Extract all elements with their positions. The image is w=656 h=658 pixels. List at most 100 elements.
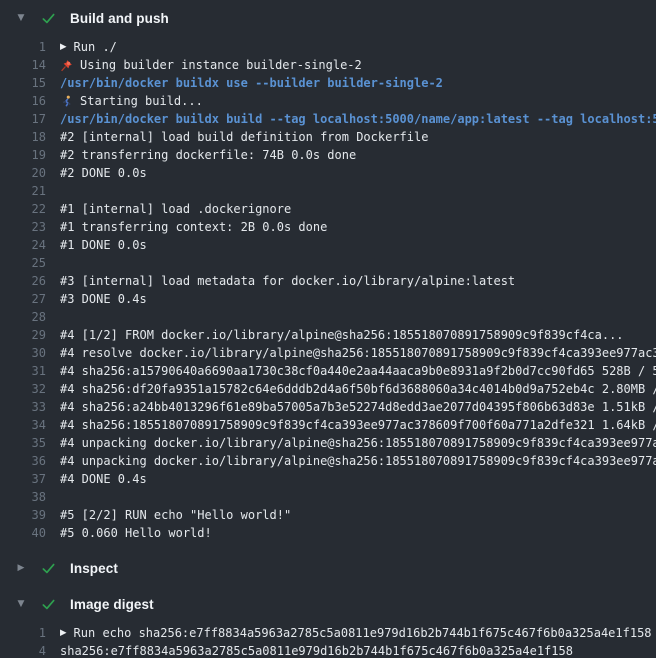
log-line-text: #4 DONE 0.4s [60, 470, 147, 488]
log-line: 32 #4 sha256:df20fa9351a15782c64e6dddb2d4… [0, 380, 656, 398]
chevron-down-icon[interactable]: ▼ [14, 599, 28, 609]
log-line-text: #4 sha256:df20fa9351a15782c64e6dddb2d4a6… [60, 380, 656, 398]
log-line-message: #4 resolve docker.io/library/alpine@sha2… [60, 344, 656, 362]
chevron-right-icon[interactable]: ▶ [14, 563, 28, 573]
log-line: 17/usr/bin/docker buildx build --tag loc… [0, 110, 656, 128]
log-group-header-image-digest[interactable]: ▼ Image digest [0, 588, 656, 620]
log-group-body: 1▶Run ./14Using builder instance builder… [0, 34, 656, 548]
line-number[interactable]: 17 [0, 110, 46, 128]
check-icon [41, 561, 56, 576]
log-line: 21 [0, 182, 656, 200]
line-number[interactable]: 18 [0, 128, 46, 146]
log-line-text: ▶ Run echo sha256:e7ff8834a5963a2785c5a08… [60, 624, 652, 642]
log-line-text: #4 sha256:a24bb4013296f61e89ba57005a7b3e… [60, 398, 656, 416]
check-icon [41, 11, 56, 26]
line-number[interactable]: 15 [0, 74, 46, 92]
log-line-text: #3 DONE 0.4s [60, 290, 147, 308]
line-number[interactable]: 38 [0, 488, 46, 506]
log-line-text: ▶ Run ./ [60, 38, 117, 56]
line-number[interactable]: 33 [0, 398, 46, 416]
log-group-title: Image digest [70, 597, 154, 612]
line-number[interactable]: 29 [0, 326, 46, 344]
log-line-text: #5 0.060 Hello world! [60, 524, 212, 542]
log-line-text: /usr/bin/docker buildx build --tag local… [60, 110, 656, 128]
log-line: 30 #4 resolve docker.io/library/alpine@sh… [0, 344, 656, 362]
log-line-text: Starting build... [60, 92, 203, 110]
log-line: 1 ▶ Run echo sha256:e7ff8834a5963a2785c5a0… [0, 624, 656, 642]
chevron-down-icon[interactable]: ▼ [14, 13, 28, 23]
line-number[interactable]: 36 [0, 452, 46, 470]
log-line-message: #4 sha256:a15790640a6690aa1730c38cf0a440… [60, 362, 656, 380]
line-number[interactable]: 1 [0, 624, 46, 642]
line-number[interactable]: 26 [0, 272, 46, 290]
log-line: 33 #4 sha256:a24bb4013296f61e89ba57005a7b… [0, 398, 656, 416]
log-line: 20 #2 DONE 0.0s [0, 164, 656, 182]
log-line-message: #1 DONE 0.0s [60, 236, 147, 254]
run-caret-icon[interactable]: ▶ [60, 624, 67, 642]
line-number[interactable]: 19 [0, 146, 46, 164]
line-number[interactable]: 20 [0, 164, 46, 182]
log-line-message: #2 transferring dockerfile: 74B 0.0s don… [60, 146, 356, 164]
log-line-text: #3 [internal] load metadata for docker.i… [60, 272, 515, 290]
line-number[interactable]: 39 [0, 506, 46, 524]
log-line-message: #4 sha256:df20fa9351a15782c64e6dddb2d4a6… [60, 380, 656, 398]
line-number[interactable]: 27 [0, 290, 46, 308]
runner-icon [60, 95, 73, 108]
log-line-text: #4 resolve docker.io/library/alpine@sha2… [60, 344, 656, 362]
log-group-header-build-and-push[interactable]: ▼Build and push [0, 2, 656, 34]
log-line-text: #2 DONE 0.0s [60, 164, 147, 182]
line-number[interactable]: 31 [0, 362, 46, 380]
log-line-text: /usr/bin/docker buildx use --builder bui… [60, 74, 443, 92]
log-line-text: #4 unpacking docker.io/library/alpine@sh… [60, 452, 656, 470]
line-number[interactable]: 24 [0, 236, 46, 254]
log-line-message: #1 [internal] load .dockerignore [60, 200, 291, 218]
log-group-header-inspect[interactable]: ▶Inspect [0, 552, 656, 584]
line-number[interactable]: 21 [0, 182, 46, 200]
line-number[interactable]: 22 [0, 200, 46, 218]
log-line-message: #3 [internal] load metadata for docker.i… [60, 272, 515, 290]
log-line: 40 #5 0.060 Hello world! [0, 524, 656, 542]
log-line-text: #1 DONE 0.0s [60, 236, 147, 254]
line-number[interactable]: 30 [0, 344, 46, 362]
line-number[interactable]: 40 [0, 524, 46, 542]
log-group-inspect: ▶Inspect [0, 552, 656, 584]
log-line: 38 [0, 488, 656, 506]
pushpin-icon [60, 59, 73, 72]
line-number[interactable]: 25 [0, 254, 46, 272]
line-number[interactable]: 37 [0, 470, 46, 488]
log-line-message: Run echo sha256:e7ff8834a5963a2785c5a081… [74, 624, 652, 642]
check-icon [41, 597, 56, 612]
log-line: 31 #4 sha256:a15790640a6690aa1730c38cf0a4… [0, 362, 656, 380]
log-viewer: ▼Build and push1▶Run ./14Using builder i… [0, 0, 656, 658]
log-line-message: sha256:e7ff8834a5963a2785c5a0811e979d16b… [60, 642, 573, 658]
log-line-message: #4 unpacking docker.io/library/alpine@sh… [60, 434, 656, 452]
log-line: 28 [0, 308, 656, 326]
line-number[interactable]: 35 [0, 434, 46, 452]
log-line-message: /usr/bin/docker buildx build --tag local… [60, 110, 656, 128]
run-caret-icon[interactable]: ▶ [60, 38, 67, 56]
log-line-message: #2 [internal] load build definition from… [60, 128, 428, 146]
line-number[interactable]: 16 [0, 92, 46, 110]
log-line: 39 #5 [2/2] RUN echo "Hello world!" [0, 506, 656, 524]
log-line-message: #4 unpacking docker.io/library/alpine@sh… [60, 452, 656, 470]
log-line-text: sha256:e7ff8834a5963a2785c5a0811e979d16b… [60, 642, 573, 658]
log-line-text: #5 [2/2] RUN echo "Hello world!" [60, 506, 291, 524]
log-line-message: Run ./ [74, 38, 117, 56]
line-number[interactable]: 14 [0, 56, 46, 74]
log-line: 15/usr/bin/docker buildx use --builder b… [0, 74, 656, 92]
log-line: 29#4 [1/2] FROM docker.io/library/alpine… [0, 326, 656, 344]
log-line-text: #2 [internal] load build definition from… [60, 128, 428, 146]
line-number[interactable]: 32 [0, 380, 46, 398]
log-line: 1 ▶ Run ./ [0, 38, 656, 56]
line-number[interactable]: 28 [0, 308, 46, 326]
line-number[interactable]: 34 [0, 416, 46, 434]
log-line: 36 #4 unpacking docker.io/library/alpine@… [0, 452, 656, 470]
line-number[interactable]: 4 [0, 642, 46, 658]
log-line-message: #2 DONE 0.0s [60, 164, 147, 182]
log-line: 16 Starting build... [0, 92, 656, 110]
log-line: 25 [0, 254, 656, 272]
log-line-message: #4 sha256:185518070891758909c9f839cf4ca3… [60, 416, 656, 434]
line-number[interactable]: 1 [0, 38, 46, 56]
line-number[interactable]: 23 [0, 218, 46, 236]
log-line: 35 #4 unpacking docker.io/library/alpine@… [0, 434, 656, 452]
